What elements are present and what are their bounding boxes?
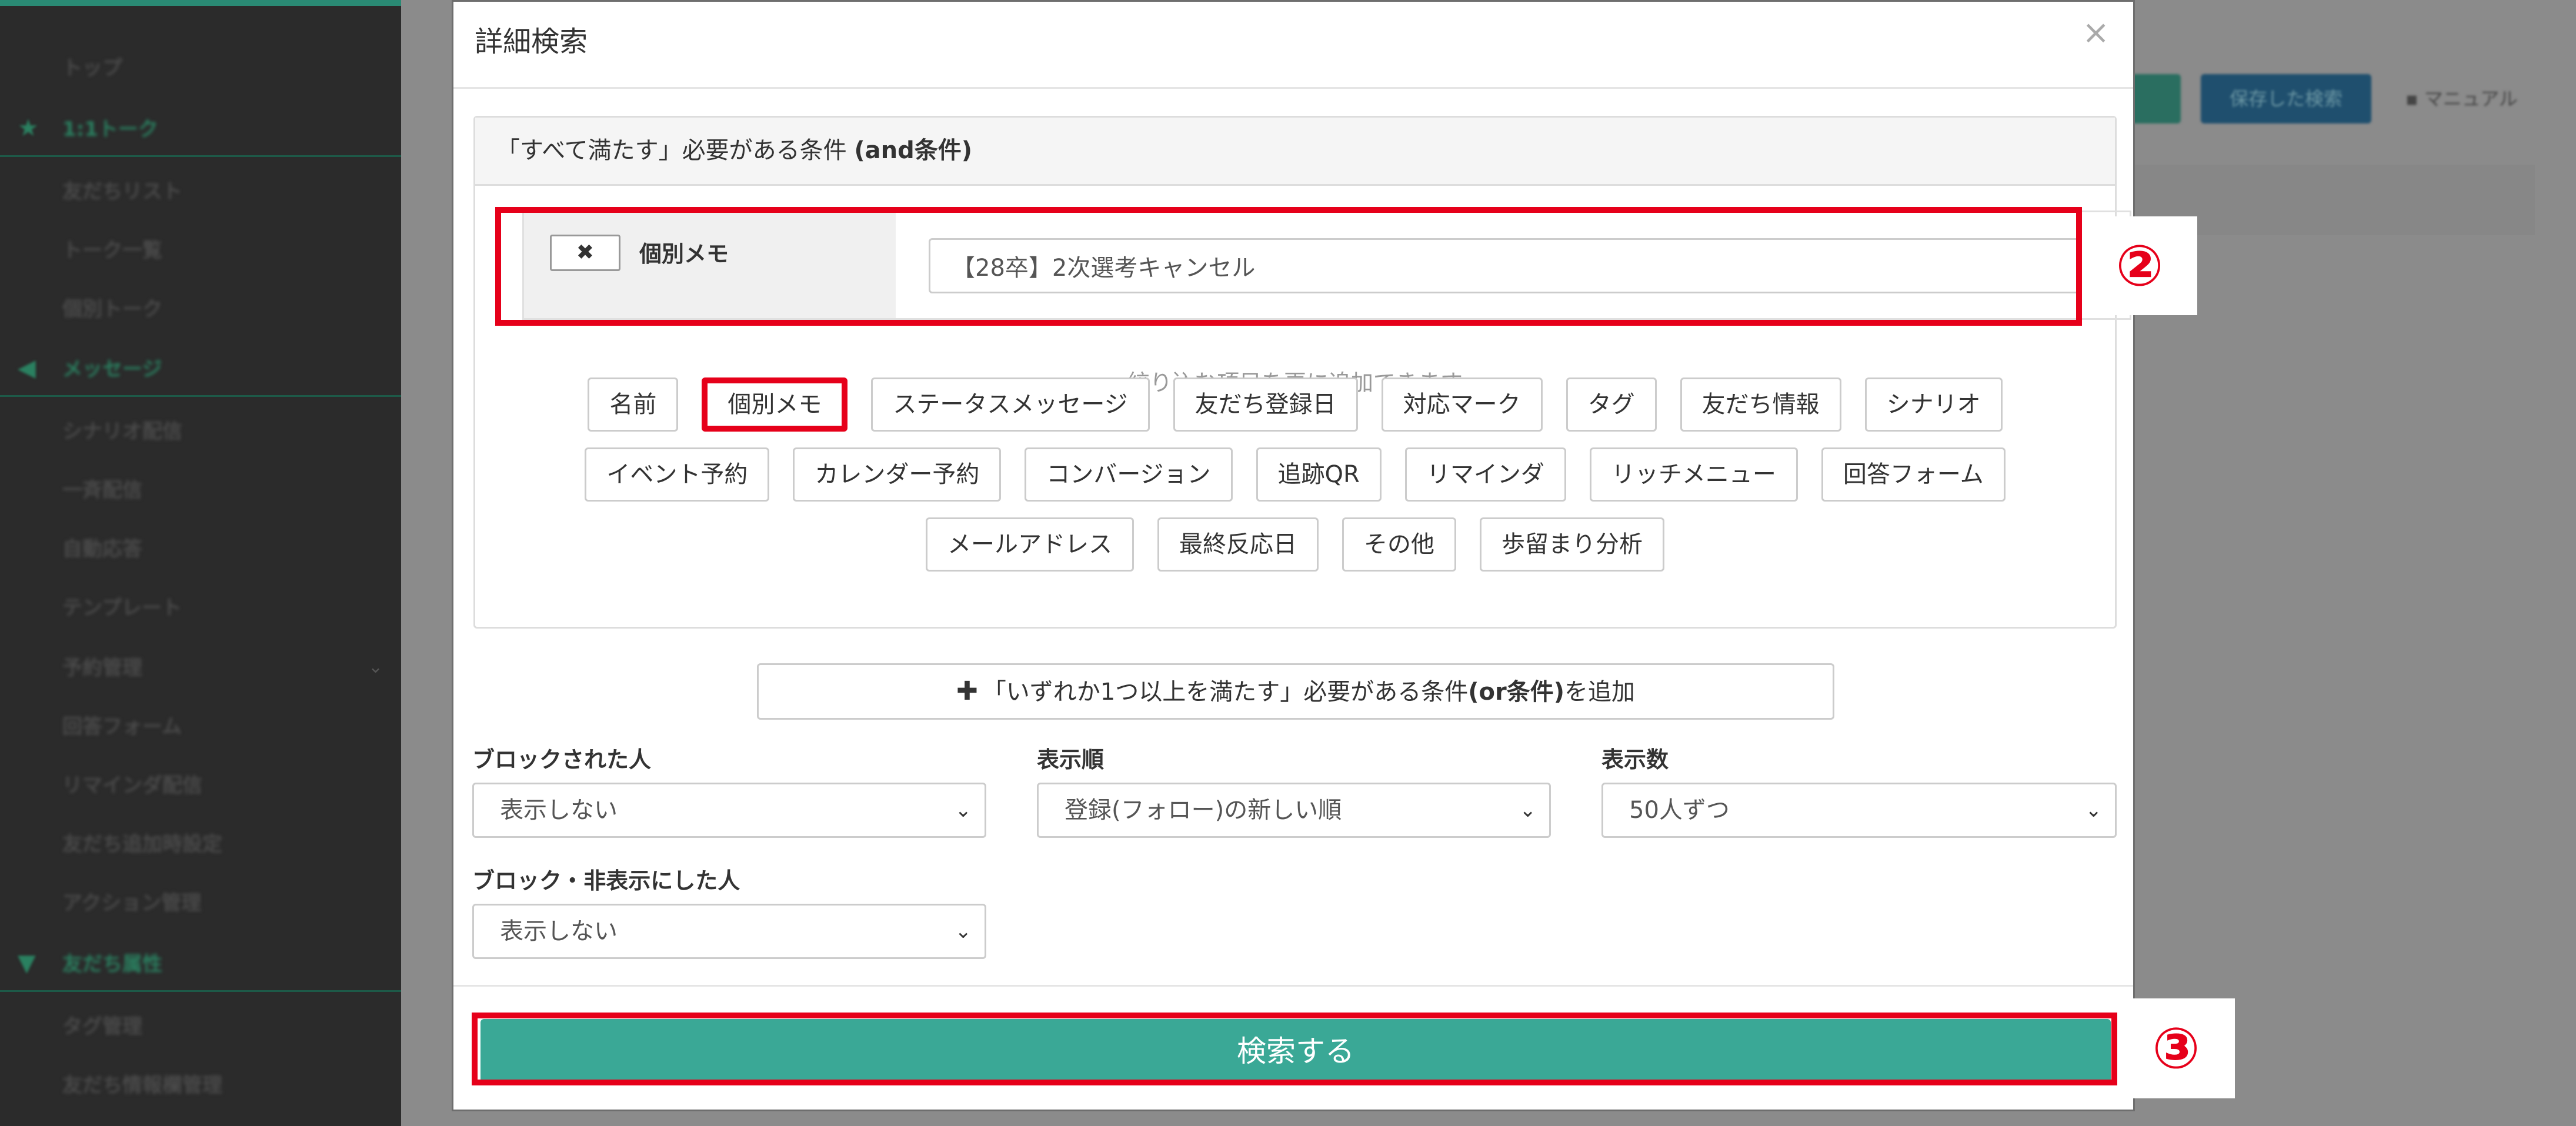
modal-header: 詳細検索 × [453,2,2133,89]
and-condition-heading: 「すべて満たす」必要がある条件 (and条件) [475,118,2115,186]
sidebar-item: トーク一覧 [62,239,162,262]
sidebar-item: シナリオ配信 [62,420,182,443]
and-condition-panel: 「すべて満たす」必要がある条件 (and条件) ✖ 個別メモ 絞り込む項目を更に… [473,116,2131,629]
filter-chip[interactable]: 回答フォーム [1821,447,2006,502]
sidebar-item: トップ [62,56,122,80]
remove-condition-button[interactable]: ✖ [550,235,620,271]
sort-order-label: 表示順 [1037,747,1105,773]
blocked-users-label: ブロックされた人 [472,747,652,773]
manual-link: ▪ マニュアル [2405,88,2518,110]
sidebar-item: 予約管理 [62,656,142,680]
filter-chip[interactable]: 追跡QR [1256,447,1382,502]
filter-chip[interactable]: シナリオ [1864,377,2003,432]
plus-icon: ✚ [956,676,978,706]
add-or-condition-button[interactable]: ✚ 「いずれか1つ以上を満たす」必要がある条件(or条件)を追加 [757,663,1834,720]
chevron-down-icon: ⌄ [1519,798,1537,822]
condition-row-memo: ✖ 個別メモ [522,211,2131,320]
filter-chip[interactable]: リッチメニュー [1589,447,1798,502]
filter-chip[interactable]: タグ [1566,377,1657,432]
filter-chip[interactable]: カレンダー予約 [793,447,1002,502]
filter-chip-row: メールアドレス 最終反応日 その他 歩留まり分析 [475,517,2115,572]
annotation-step-3: ③ [2117,998,2235,1098]
chevron-down-icon: ⌄ [955,798,972,822]
sidebar-section-divider [0,990,401,992]
saved-search-button: 保存した検索 [2201,74,2371,123]
sidebar-item: 回答フォーム [62,715,182,739]
filter-chip-row: 名前 個別メモ ステータスメッセージ 友だち登録日 対応マーク タグ 友だち情報 シナリオ [475,377,2115,432]
filter-chip[interactable]: ステータスメッセージ [871,377,1150,432]
close-icon[interactable]: × [2082,14,2110,52]
search-button[interactable]: 検索する [481,1019,2111,1084]
filter-chip[interactable]: 友だち情報 [1680,377,1841,432]
sidebar-section-divider [0,155,401,157]
sidebar-section-divider [0,395,401,397]
condition-label-cell: ✖ 個別メモ [524,212,896,318]
sidebar-item: タグ管理 [62,1015,142,1038]
filter-chip-row: イベント予約 カレンダー予約 コンバージョン 追跡QR リマインダ リッチメニュー 回答フォ… [475,447,2115,502]
hidden-users-label: ブロック・非表示にした人 [472,868,740,894]
sidebar: トップ 1:1トーク ★ 友だちリスト トーク一覧個別トークメッセージ ◀ シナリオ配信 一斉… [0,0,401,1126]
chevron-down-icon: ⌄ [955,920,972,943]
filter-chip[interactable]: 対応マーク [1381,377,1543,432]
filter-chip[interactable]: 最終反応日 [1157,517,1319,572]
filter-chip[interactable]: コンバージョン [1025,447,1233,502]
hidden-users-select[interactable]: 表示しない ⌄ [472,904,986,959]
sidebar-item: テンプレート [62,596,182,620]
sidebar-item: 一斉配信 [62,479,142,502]
sidebar-section-label: 友だち属性 [62,953,162,976]
filter-chip[interactable]: 個別メモ [702,377,848,432]
sidebar-item: リマインダ配信 [62,774,202,797]
advanced-search-modal: 詳細検索 × 「すべて満たす」必要がある条件 (and条件) ✖ 個別メモ 絞り… [452,0,2135,1111]
filter-chip[interactable]: 名前 [588,377,679,432]
modal-footer-divider [453,985,2133,987]
star-icon: ★ [18,115,39,142]
filter-chip[interactable]: 友だち登録日 [1173,377,1358,432]
sidebar-item: 自動応答 [62,537,142,561]
filter-chip[interactable]: イベント予約 [585,447,770,502]
sidebar-section-label: メッセージ [62,357,162,381]
sort-order-select[interactable]: 登録(フォロー)の新しい順 ⌄ [1037,783,1551,838]
filter-chip[interactable]: その他 [1342,517,1456,572]
blocked-users-select[interactable]: 表示しない ⌄ [472,783,986,838]
sidebar-item: 個別トーク [62,298,162,321]
sidebar-item: 友だち情報欄管理 [62,1074,222,1097]
close-icon: ✖ [576,240,595,265]
page-size-label: 表示数 [1601,747,1669,773]
filter-chip[interactable]: 歩留まり分析 [1480,517,1664,572]
megaphone-icon: ◀ [18,355,36,382]
modal-title: 詳細検索 [475,26,588,58]
sidebar-item: 友だち追加時設定 [62,833,222,856]
filter-chip[interactable]: リマインダ [1404,447,1566,502]
filter-chip[interactable]: メールアドレス [926,517,1134,572]
chevron-down-icon: ⌄ [2085,798,2103,822]
sidebar-item: アクション管理 [62,891,202,915]
filter-icon: ▼ [18,950,36,977]
sidebar-section-label: 1:1トーク [62,118,158,141]
annotation-step-2: ② [2082,216,2197,315]
sidebar-item: 友だちリスト [62,180,182,203]
memo-condition-input[interactable] [929,238,2091,293]
condition-label: 個別メモ [639,241,729,267]
chevron-down-icon: ⌄ [368,657,383,677]
page-size-select[interactable]: 50人ずつ ⌄ [1601,783,2117,838]
